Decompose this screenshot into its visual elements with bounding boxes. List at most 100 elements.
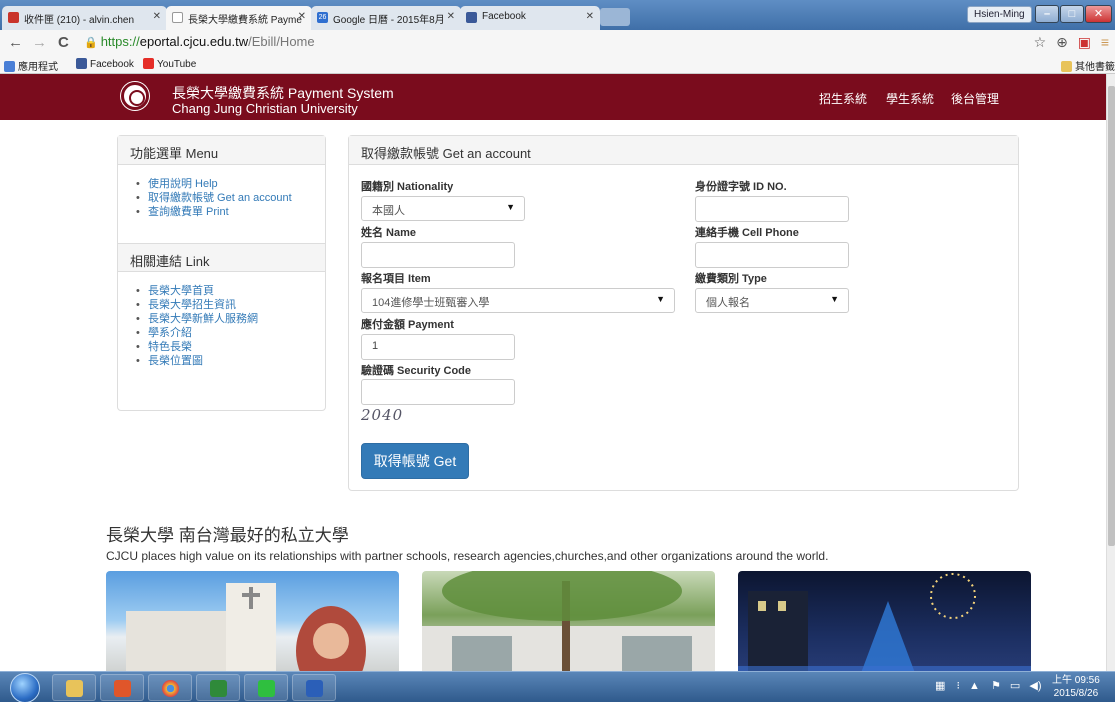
nationality-select[interactable]: 本國人 ▼ (361, 196, 525, 221)
tab-payment-system[interactable]: 長榮大學繳費系統 Payme ✕ (166, 6, 312, 31)
campus-photo-trees[interactable] (422, 571, 715, 671)
scrollbar-thumb[interactable] (1108, 86, 1115, 546)
nationality-value: 本國人 (372, 205, 405, 217)
url-path: /Ebill/Home (248, 34, 315, 49)
system-tray: ▦ ⁝ ▲ ⚑ ▭ ◀) (935, 679, 1042, 692)
menu-heading: 功能選單 Menu (118, 136, 325, 165)
input-method-icon[interactable]: ▦ (935, 680, 945, 692)
close-window-button[interactable]: ✕ (1085, 5, 1112, 23)
close-tab-icon[interactable]: ✕ (586, 11, 594, 22)
link-location-map[interactable]: 長榮位置圖 (136, 354, 325, 368)
maximize-button[interactable]: □ (1060, 5, 1084, 23)
address-bar[interactable]: 🔒 https://eportal.cjcu.edu.tw/Ebill/Home (84, 34, 1019, 53)
network-icon[interactable]: ⁝ (956, 680, 960, 692)
menu-list: 使用說明 Help 取得繳款帳號 Get an account 查詢繳費單 Pr… (118, 165, 325, 243)
user-profile-button[interactable]: Hsien-Ming (967, 6, 1032, 23)
tab-title: 收件匣 (210) - alvin.chen (24, 15, 135, 26)
back-arrow-icon[interactable]: ← (8, 34, 23, 51)
url-host: eportal.cjcu.edu.tw (139, 34, 249, 49)
new-tab-button[interactable] (600, 8, 630, 26)
flag-icon[interactable]: ⚑ (991, 680, 1001, 692)
tab-title: Facebook (482, 11, 526, 22)
tab-title: Google 日曆 - 2015年8月 (333, 15, 445, 26)
monitor-icon[interactable]: ▭ (1010, 680, 1020, 692)
site-header: 長榮大學繳費系統 Payment System Chang Jung Chris… (0, 74, 1106, 120)
office-icon (114, 680, 131, 697)
taskbar-chrome[interactable] (148, 674, 192, 701)
type-select[interactable]: 個人報名 ▼ (695, 288, 849, 313)
reload-icon[interactable]: C (58, 34, 69, 51)
church-photo-art (126, 583, 366, 671)
bookmark-youtube[interactable]: YouTube (143, 58, 196, 70)
other-bookmarks[interactable]: 其他書籤 (1061, 58, 1115, 73)
minimize-button[interactable]: – (1035, 5, 1059, 23)
campus-photo-night[interactable] (738, 571, 1031, 671)
links-heading: 相關連結 Link (118, 243, 325, 272)
windows-taskbar: ▦ ⁝ ▲ ⚑ ▭ ◀) 上午 09:56 2015/8/26 (0, 671, 1115, 702)
university-logo-icon[interactable] (121, 82, 149, 110)
extension-icon[interactable]: ▣ (1078, 34, 1091, 50)
line-icon (258, 680, 275, 697)
taskbar-excel[interactable] (196, 674, 240, 701)
close-tab-icon[interactable]: ✕ (153, 11, 161, 22)
taskbar-line[interactable] (244, 674, 288, 701)
payment-input[interactable]: 1 (361, 334, 515, 360)
tab-google-calendar[interactable]: 26 Google 日曆 - 2015年8月 ✕ (311, 6, 461, 30)
menu-item-print[interactable]: 查詢繳費單 Print (136, 205, 325, 219)
id-number-input[interactable] (695, 196, 849, 222)
trees-photo-art (422, 571, 715, 671)
word-icon (306, 680, 323, 697)
close-tab-icon[interactable]: ✕ (298, 11, 306, 22)
folder-icon (66, 680, 83, 697)
clock-time: 上午 09:56 (1052, 675, 1100, 686)
brand-subtitle[interactable]: Chang Jung Christian University (172, 101, 358, 116)
name-input[interactable] (361, 242, 515, 268)
show-hidden-icon[interactable]: ▲ (969, 680, 980, 692)
volume-icon[interactable]: ◀) (1029, 680, 1041, 692)
night-photo-art (738, 573, 1031, 671)
link-departments[interactable]: 學系介紹 (136, 326, 325, 340)
taskbar-office[interactable] (100, 674, 144, 701)
brand-title[interactable]: 長榮大學繳費系統 Payment System (172, 83, 394, 103)
payment-label: 應付金額 Payment (361, 319, 454, 331)
links-list: 長榮大學首頁 長榮大學招生資訊 長榮大學新鮮人服務網 學系介紹 特色長榮 長榮位… (118, 272, 325, 368)
taskbar-file-explorer[interactable] (52, 674, 96, 701)
extension-icons: ☆ ⊕ ▣ ≡ (1034, 34, 1109, 51)
menu-item-help[interactable]: 使用說明 Help (136, 177, 325, 191)
security-code-input[interactable] (361, 379, 515, 405)
item-select[interactable]: 104進修學士班甄審入學 ▼ (361, 288, 675, 313)
link-freshman-service[interactable]: 長榮大學新鮮人服務網 (136, 312, 325, 326)
system-clock[interactable]: 上午 09:56 2015/8/26 (1052, 674, 1100, 700)
bookmarks-bar: 應用程式 Facebook YouTube 其他書籤 (0, 56, 1115, 74)
link-features[interactable]: 特色長榮 (136, 340, 325, 354)
get-account-button[interactable]: 取得帳號 Get (361, 443, 469, 479)
taskbar-word[interactable] (292, 674, 336, 701)
link-homepage[interactable]: 長榮大學首頁 (136, 284, 325, 298)
bookmark-facebook[interactable]: Facebook (76, 58, 134, 70)
close-tab-icon[interactable]: ✕ (447, 11, 455, 22)
caret-down-icon: ▼ (830, 294, 839, 304)
menu-icon[interactable]: ≡ (1101, 34, 1109, 50)
nav-student-system[interactable]: 學生系統 (886, 90, 934, 107)
extension-icon[interactable]: ⊕ (1056, 34, 1068, 50)
nav-admission-system[interactable]: 招生系統 (819, 90, 867, 107)
forward-arrow-icon[interactable]: → (32, 34, 47, 51)
nav-backend-admin[interactable]: 後台管理 (951, 90, 999, 107)
caret-down-icon: ▼ (656, 294, 665, 304)
star-icon[interactable]: ☆ (1034, 34, 1047, 50)
browser-tab-bar: 收件匣 (210) - alvin.chen ✕ 長榮大學繳費系統 Payme … (0, 0, 1115, 31)
menu-item-get-account[interactable]: 取得繳款帳號 Get an account (136, 191, 325, 205)
chrome-icon (162, 680, 179, 697)
account-form-panel: 取得繳款帳號 Get an account 國籍別 Nationality 本國… (348, 135, 1019, 491)
youtube-icon (143, 58, 154, 69)
tab-facebook[interactable]: Facebook ✕ (460, 6, 600, 30)
link-admission-info[interactable]: 長榮大學招生資訊 (136, 298, 325, 312)
bookmark-apps[interactable]: 應用程式 (4, 58, 58, 73)
campus-photo-church[interactable] (106, 571, 399, 671)
cell-phone-input[interactable] (695, 242, 849, 268)
start-button[interactable] (10, 673, 40, 702)
lock-icon: 🔒 (84, 37, 98, 49)
page-content: 長榮大學繳費系統 Payment System Chang Jung Chris… (0, 74, 1106, 671)
tab-gmail[interactable]: 收件匣 (210) - alvin.chen ✕ (2, 6, 167, 30)
page-scrollbar[interactable] (1106, 74, 1115, 671)
